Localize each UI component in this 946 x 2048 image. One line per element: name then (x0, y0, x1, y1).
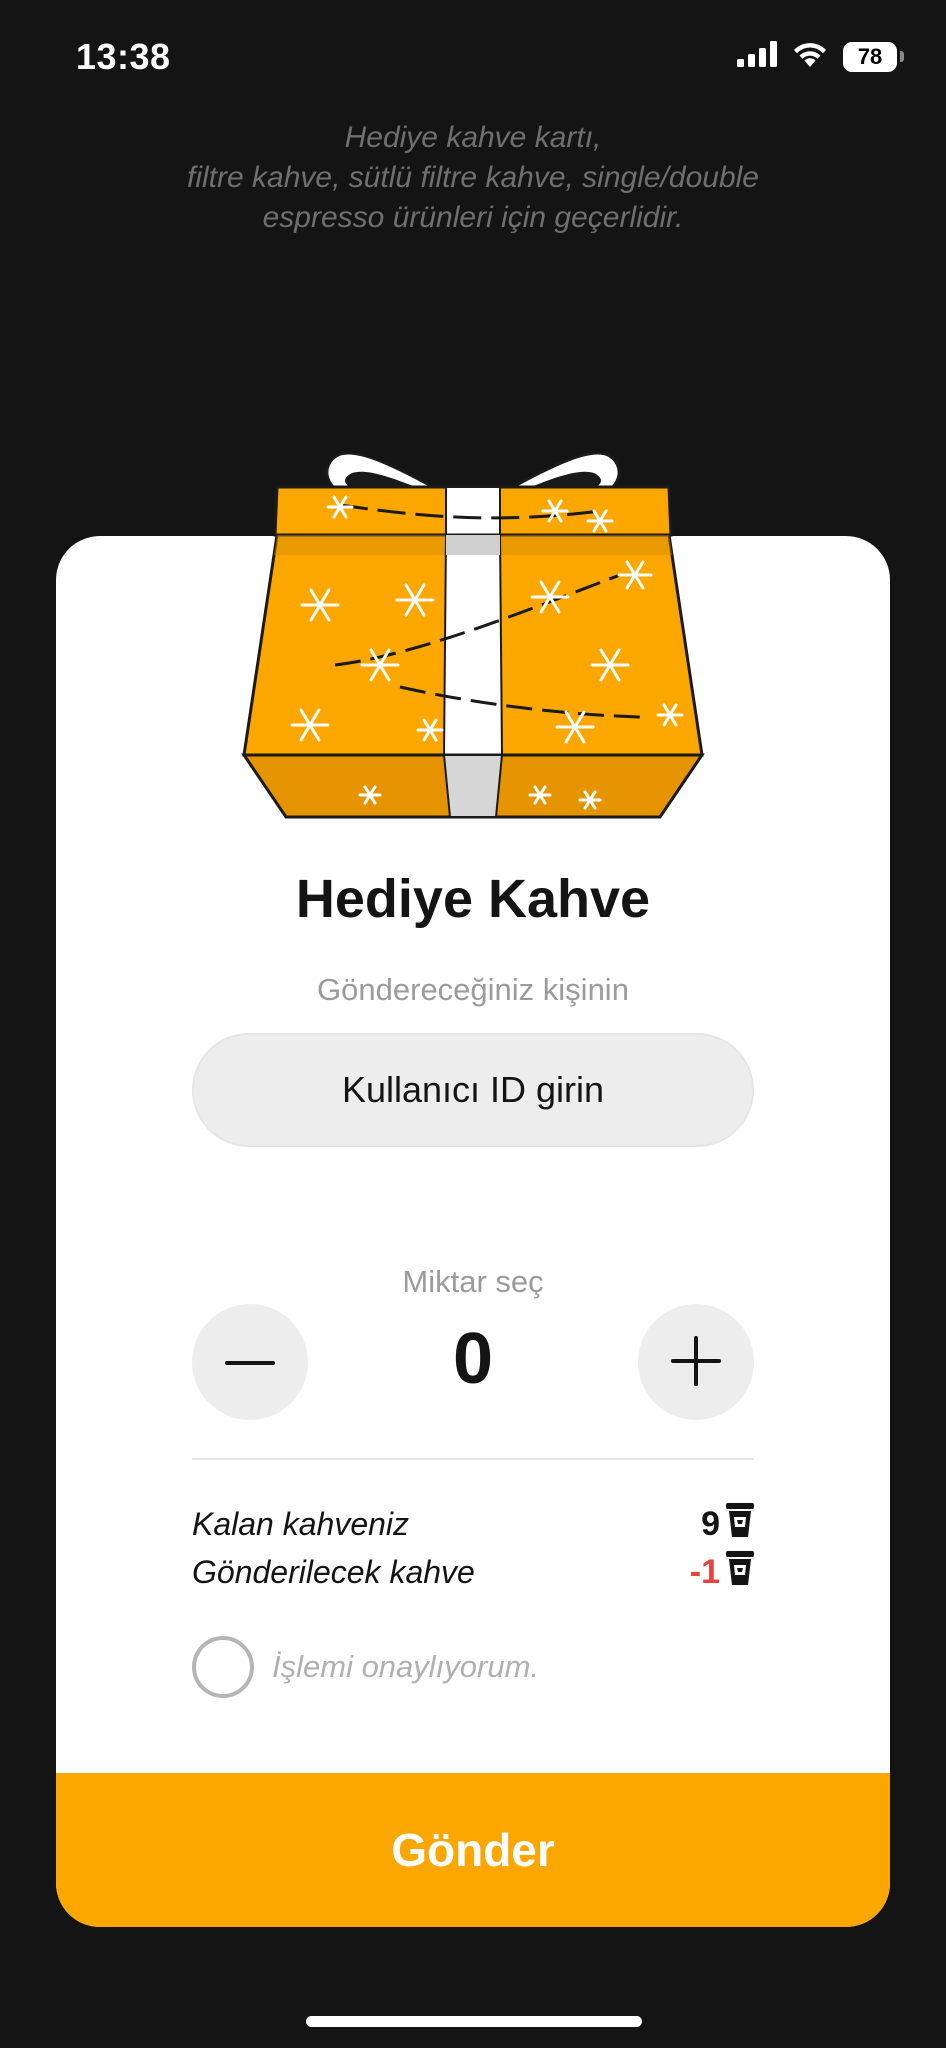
coffee-cup-icon (726, 1502, 754, 1547)
amount-value: 0 (452, 1319, 494, 1399)
plus-icon (671, 1335, 721, 1389)
divider (192, 1458, 754, 1460)
send-coffee-value-wrap: -1 (690, 1550, 754, 1595)
battery-level: 78 (843, 41, 897, 72)
info-line-2: filtre kahve, sütlü filtre kahve, single… (187, 161, 759, 194)
send-coffee-label: Gönderilecek kahve (192, 1553, 475, 1590)
user-id-input[interactable] (192, 1033, 754, 1147)
confirm-radio-circle[interactable] (192, 1636, 254, 1698)
coffee-cup-icon (726, 1550, 754, 1595)
minus-icon (225, 1355, 275, 1370)
battery-icon: 78 (843, 41, 904, 72)
decrease-button[interactable] (192, 1304, 308, 1420)
info-line-3: espresso ürünleri için geçerlidir. (262, 201, 684, 234)
increase-button[interactable] (638, 1304, 754, 1420)
remaining-coffee-label: Kalan kahveniz (192, 1505, 410, 1542)
send-coffee-row: Gönderilecek kahve -1 (192, 1550, 754, 1594)
remaining-coffee-value-wrap: 9 (701, 1502, 754, 1547)
send-coffee-value: -1 (689, 1552, 720, 1591)
confirm-label: İşlemi onaylıyorum. (272, 1649, 540, 1684)
wifi-icon (791, 40, 829, 73)
gift-card-info: Hediye kahve kartı, filtre kahve, sütlü … (60, 118, 886, 238)
gift-coffee-screen: 13:38 78 Hediye kahve kartı, filtre kahv… (0, 0, 946, 2048)
recipient-label: Göndereceğiniz kişinin (317, 972, 629, 1007)
gift-box-illustration (241, 451, 705, 819)
status-time: 13:38 (76, 36, 171, 77)
home-indicator[interactable] (306, 2016, 642, 2027)
status-bar: 13:38 78 (0, 0, 946, 120)
info-line-1: Hediye kahve kartı, (344, 121, 602, 154)
page-title: Hediye Kahve (295, 869, 651, 929)
confirm-checkbox[interactable]: İşlemi onaylıyorum. (192, 1636, 539, 1698)
remaining-coffee-row: Kalan kahveniz 9 (192, 1502, 754, 1546)
amount-label: Miktar seç (402, 1264, 544, 1299)
send-button[interactable]: Gönder (56, 1773, 890, 1927)
signal-icon (737, 41, 777, 72)
remaining-coffee-value: 9 (701, 1504, 720, 1543)
status-icons: 78 (737, 40, 904, 73)
